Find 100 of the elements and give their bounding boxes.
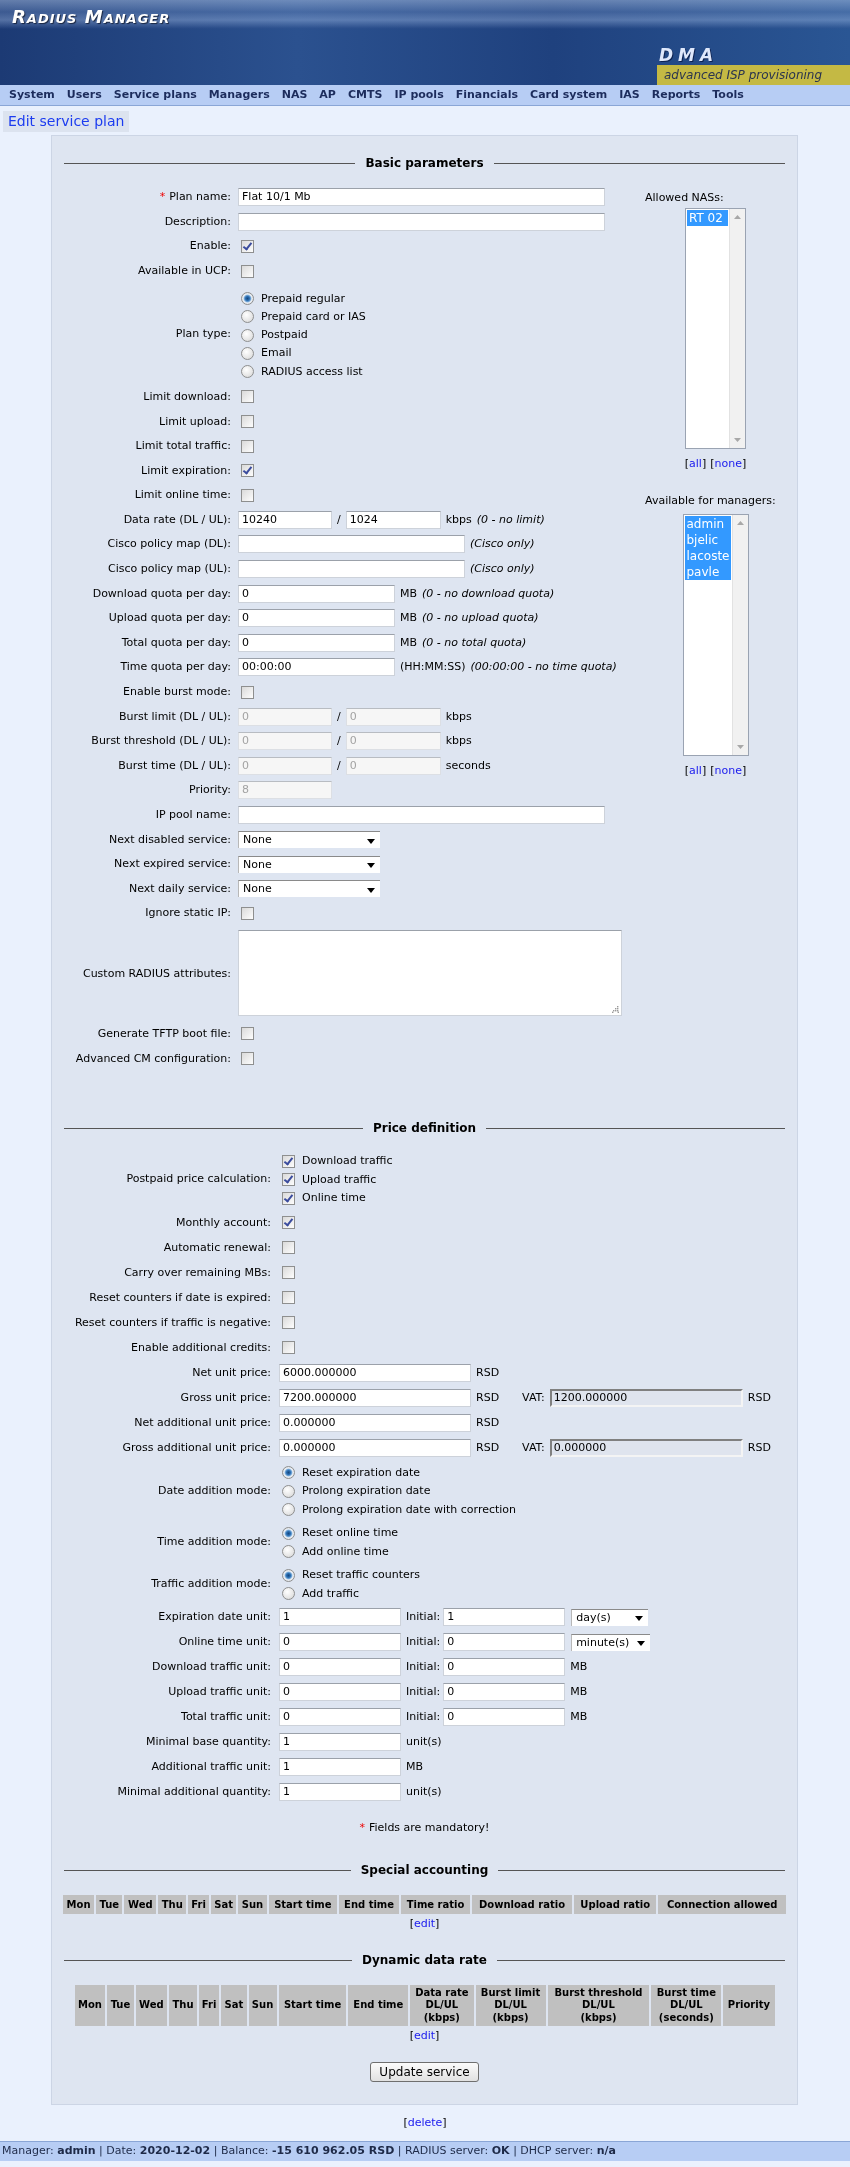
- input-field[interactable]: 0: [443, 1708, 566, 1727]
- checkbox[interactable]: [241, 439, 254, 453]
- checkbox[interactable]: [282, 1241, 295, 1255]
- input-field[interactable]: 0: [279, 1708, 401, 1727]
- input-field[interactable]: 0.000000: [279, 1438, 471, 1457]
- input-field[interactable]: 0: [443, 1633, 566, 1652]
- input-field[interactable]: 0: [279, 1633, 401, 1652]
- menu-item[interactable]: IAS: [619, 88, 640, 102]
- scrollbar[interactable]: [732, 515, 748, 755]
- input-field[interactable]: 0: [238, 633, 395, 652]
- input-field[interactable]: 7200.000000: [279, 1388, 471, 1407]
- input-field[interactable]: 1024: [345, 510, 441, 529]
- option-label: RADIUS access list: [261, 364, 363, 379]
- checkbox[interactable]: [241, 1027, 254, 1041]
- checkbox[interactable]: [282, 1191, 295, 1205]
- checkbox[interactable]: [241, 240, 254, 253]
- input-field[interactable]: 1: [279, 1608, 401, 1627]
- checkbox[interactable]: [241, 464, 254, 478]
- text-link[interactable]: delete: [407, 2116, 443, 2130]
- radio-button[interactable]: [282, 1568, 295, 1582]
- checkbox[interactable]: [241, 415, 254, 428]
- radio-button[interactable]: [282, 1526, 295, 1540]
- radio-button[interactable]: [282, 1587, 295, 1601]
- text-link[interactable]: none: [714, 457, 742, 470]
- menu-item[interactable]: Service plans: [113, 88, 197, 102]
- column-header: Priority: [723, 1984, 775, 2027]
- radio-button[interactable]: [241, 292, 254, 305]
- text-link[interactable]: all: [689, 457, 702, 470]
- input-field[interactable]: 0: [279, 1658, 401, 1677]
- text-link[interactable]: all: [689, 764, 702, 777]
- radio-button[interactable]: [282, 1466, 295, 1480]
- column-header: Tue: [96, 1894, 123, 1914]
- select-dropdown[interactable]: None: [238, 831, 380, 849]
- menu-item[interactable]: Users: [66, 88, 102, 102]
- menu-item[interactable]: Card system: [530, 88, 608, 102]
- input-field[interactable]: [238, 535, 465, 554]
- menu-item[interactable]: AP: [319, 88, 336, 102]
- input-field[interactable]: 0: [238, 584, 395, 603]
- input-field[interactable]: [238, 806, 605, 824]
- radio-button[interactable]: [241, 365, 254, 378]
- radio-button[interactable]: [282, 1545, 295, 1559]
- input-field[interactable]: 1: [443, 1608, 566, 1627]
- menu-item[interactable]: Managers: [208, 88, 270, 102]
- select-dropdown[interactable]: minute(s): [571, 1633, 651, 1651]
- textarea-field[interactable]: [238, 929, 622, 1016]
- input-field[interactable]: [238, 560, 465, 579]
- checkbox[interactable]: [241, 1052, 254, 1066]
- checkbox[interactable]: [282, 1173, 295, 1187]
- separator-text: /: [337, 758, 341, 773]
- checkbox[interactable]: [241, 488, 254, 502]
- radio-button[interactable]: [282, 1484, 295, 1498]
- column-header: Mon: [63, 1894, 95, 1914]
- input-field[interactable]: 6000.000000: [279, 1363, 471, 1382]
- input-field[interactable]: 1: [279, 1758, 401, 1777]
- menu-item[interactable]: Tools: [712, 88, 744, 102]
- menu-item[interactable]: NAS: [281, 88, 308, 102]
- input-field[interactable]: Flat 10/1 Mb: [238, 188, 605, 207]
- field-label: Time quota per day:: [120, 660, 231, 674]
- checkbox[interactable]: [282, 1154, 295, 1168]
- input-field[interactable]: 10240: [238, 510, 332, 529]
- checkbox[interactable]: [282, 1216, 295, 1230]
- input-field[interactable]: 1: [279, 1733, 401, 1752]
- field-unit: kbps: [445, 709, 472, 724]
- input-field[interactable]: 0: [238, 609, 395, 628]
- input-field[interactable]: 1: [279, 1783, 401, 1802]
- checkbox[interactable]: [282, 1266, 295, 1280]
- menu-item[interactable]: System: [9, 88, 55, 102]
- menu-item[interactable]: Reports: [651, 88, 701, 102]
- select-dropdown[interactable]: day(s): [571, 1608, 649, 1626]
- text-link[interactable]: edit: [413, 1916, 436, 1930]
- radio-button[interactable]: [282, 1503, 295, 1517]
- field-note: (0 - no limit): [476, 512, 545, 527]
- menu-item[interactable]: CMTS: [347, 88, 383, 102]
- checkbox[interactable]: [282, 1316, 295, 1330]
- menu-item[interactable]: IP pools: [394, 88, 444, 102]
- checkbox[interactable]: [241, 390, 254, 404]
- radio-button[interactable]: [241, 346, 254, 360]
- field-label: Next expired service:: [114, 857, 231, 871]
- column-header: Burst limit DL/UL (kbps): [475, 1984, 546, 2027]
- input-field[interactable]: [238, 212, 605, 231]
- checkbox[interactable]: [282, 1291, 295, 1305]
- radio-button[interactable]: [241, 310, 254, 324]
- section-heading: Basic parameters: [364, 156, 485, 171]
- input-field[interactable]: 0: [443, 1683, 566, 1702]
- select-dropdown[interactable]: None: [238, 855, 380, 873]
- menu-item[interactable]: Financials: [455, 88, 519, 102]
- scrollbar[interactable]: [729, 209, 745, 448]
- select-dropdown[interactable]: None: [238, 880, 380, 898]
- checkbox[interactable]: [241, 685, 254, 699]
- input-field[interactable]: 0.000000: [279, 1413, 471, 1432]
- input-field[interactable]: 00:00:00: [238, 658, 395, 677]
- input-field[interactable]: 0: [279, 1683, 401, 1702]
- checkbox[interactable]: [282, 1341, 295, 1355]
- radio-button[interactable]: [241, 328, 254, 342]
- checkbox[interactable]: [241, 906, 254, 920]
- update-service-button[interactable]: Update service: [370, 2062, 479, 2083]
- checkbox[interactable]: [241, 264, 254, 278]
- text-link[interactable]: edit: [413, 2029, 436, 2043]
- text-link[interactable]: none: [714, 764, 742, 777]
- input-field[interactable]: 0: [443, 1658, 566, 1677]
